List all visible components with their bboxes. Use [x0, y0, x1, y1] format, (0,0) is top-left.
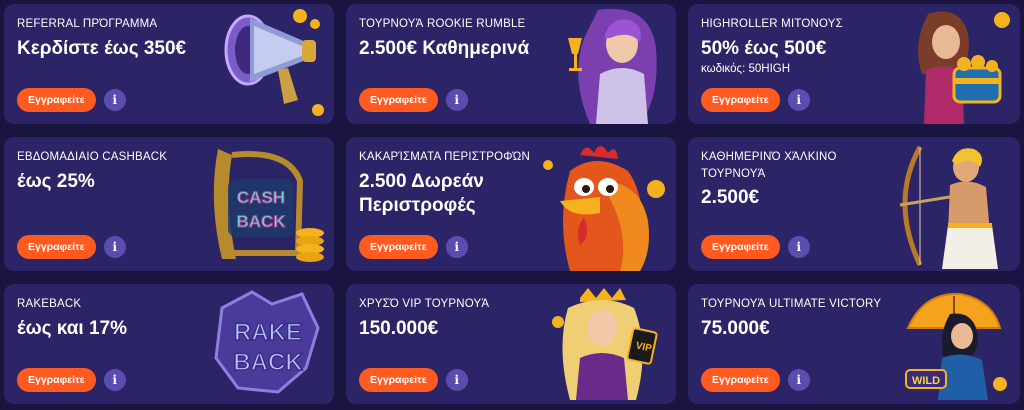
promo-headline: 2.500 Δωρεάν Περιστροφές: [359, 170, 484, 216]
info-icon[interactable]: i: [445, 89, 468, 111]
promo-eyebrow: REFERRAL ΠΡΌΓΡΑΜΜΑ: [17, 18, 158, 30]
info-icon[interactable]: i: [103, 89, 126, 111]
goddess-with-goblet-icon: [560, 8, 670, 124]
rakeback-art-word-2: BACK: [233, 349, 303, 376]
signup-button[interactable]: Εγγραφείτε: [17, 88, 96, 112]
info-icon[interactable]: i: [445, 236, 468, 258]
umbrella-lady-icon: WILD: [904, 288, 1014, 400]
promo-card-highroller[interactable]: HIGHROLLER ΜΙΤΟΝΟΥΣ 50% έως 500€ κωδικός…: [688, 4, 1020, 124]
info-icon[interactable]: i: [787, 89, 810, 111]
promotions-grid: REFERRAL ΠΡΌΓΡΑΜΜΑ Κερδίστε έως 350€ Εγγ…: [4, 4, 1020, 406]
promo-headline: 75.000€: [701, 317, 770, 339]
signup-button[interactable]: Εγγραφείτε: [359, 368, 438, 392]
promo-headline: 2.500€: [701, 187, 760, 209]
signup-button[interactable]: Εγγραφείτε: [17, 368, 96, 392]
archer-god-icon: [894, 141, 1014, 269]
promo-headline: Κερδίστε έως 350€: [17, 37, 187, 59]
promo-headline: 150.000€: [359, 317, 439, 339]
promo-card-bronze-tournament[interactable]: ΚΑΘΗΜΕΡΙΝΌ ΧΆΛΚΙΝΟ ΤΟΥΡΝΟΥΆ 2.500€ Εγγρα…: [688, 137, 1020, 271]
promo-eyebrow: HIGHROLLER ΜΙΤΟΝΟΥΣ: [701, 18, 843, 30]
vip-queen-icon: VIP: [550, 288, 670, 400]
info-icon[interactable]: i: [787, 236, 810, 258]
rakeback-logo-icon: RAKE BACK: [208, 288, 328, 400]
cashback-art-word-2: BACK: [236, 212, 286, 231]
signup-button[interactable]: Εγγραφείτε: [701, 88, 780, 112]
promo-card-free-spins[interactable]: ΚΑΚΑΡΊΣΜΑΤΑ ΠΕΡΙΣΤΡΟΦΏΝ 2.500 Δωρεάν Περ…: [346, 137, 676, 271]
info-icon[interactable]: i: [103, 369, 126, 391]
signup-button[interactable]: Εγγραφείτε: [359, 88, 438, 112]
promo-eyebrow: RAKEBACK: [17, 298, 82, 310]
promo-eyebrow: ΕΒΔΟΜΑΔΙΑΙΟ CASHBACK: [17, 151, 168, 163]
rooster-icon: [540, 141, 670, 271]
signup-button[interactable]: Εγγραφείτε: [701, 368, 780, 392]
promo-headline: έως 25%: [17, 170, 95, 192]
info-icon[interactable]: i: [445, 369, 468, 391]
promo-headline: έως και 17%: [17, 317, 128, 339]
promo-eyebrow: ΚΑΘΗΜΕΡΙΝΌ ΧΆΛΚΙΝΟ ΤΟΥΡΝΟΥΆ: [701, 151, 837, 180]
promo-eyebrow: ΤΟΥΡΝΟΥΆ ULTIMATE VICTORY: [701, 298, 882, 310]
promo-headline: 2.500€ Καθημερινά: [359, 37, 530, 59]
promo-eyebrow: ΚΑΚΑΡΊΣΜΑΤΑ ΠΕΡΙΣΤΡΟΦΏΝ: [359, 151, 530, 163]
info-icon[interactable]: i: [787, 369, 810, 391]
promo-code: κωδικός: 50HIGH: [701, 62, 791, 75]
promo-card-rakeback[interactable]: RAKEBACK έως και 17% Εγγραφείτε i RAKE B…: [4, 284, 334, 404]
promo-card-cashback[interactable]: ΕΒΔΟΜΑΔΙΑΙΟ CASHBACK έως 25% Εγγραφείτε …: [4, 137, 334, 271]
promo-card-gold-vip[interactable]: ΧΡΥΣΌ VIP ΤΟΥΡΝΟΥΆ 150.000€ Εγγραφείτε i…: [346, 284, 676, 404]
signup-button[interactable]: Εγγραφείτε: [359, 235, 438, 259]
rakeback-art-word-1: RAKE: [234, 319, 302, 346]
cashback-harp-icon: CASH BACK: [188, 141, 328, 269]
cashback-art-word-1: CASH: [237, 188, 285, 207]
signup-button[interactable]: Εγγραφείτε: [17, 235, 96, 259]
promo-headline: 50% έως 500€: [701, 37, 827, 59]
promo-card-referral[interactable]: REFERRAL ΠΡΌΓΡΑΜΜΑ Κερδίστε έως 350€ Εγγ…: [4, 4, 334, 124]
promo-card-ultimate-victory[interactable]: ΤΟΥΡΝΟΥΆ ULTIMATE VICTORY 75.000€ Εγγραφ…: [688, 284, 1020, 404]
promo-card-rookie-rumble[interactable]: ΤΟΥΡΝΟΥΆ ROOKIE RUMBLE 2.500€ Καθημερινά…: [346, 4, 676, 124]
promo-eyebrow: ΧΡΥΣΌ VIP ΤΟΥΡΝΟΥΆ: [359, 298, 490, 310]
signup-button[interactable]: Εγγραφείτε: [701, 235, 780, 259]
promo-eyebrow: ΤΟΥΡΝΟΥΆ ROOKIE RUMBLE: [359, 18, 526, 30]
info-icon[interactable]: i: [103, 236, 126, 258]
wild-art-word: WILD: [912, 375, 940, 387]
megaphone-icon: [218, 8, 328, 122]
treasure-chest-lady-icon: [898, 8, 1014, 124]
